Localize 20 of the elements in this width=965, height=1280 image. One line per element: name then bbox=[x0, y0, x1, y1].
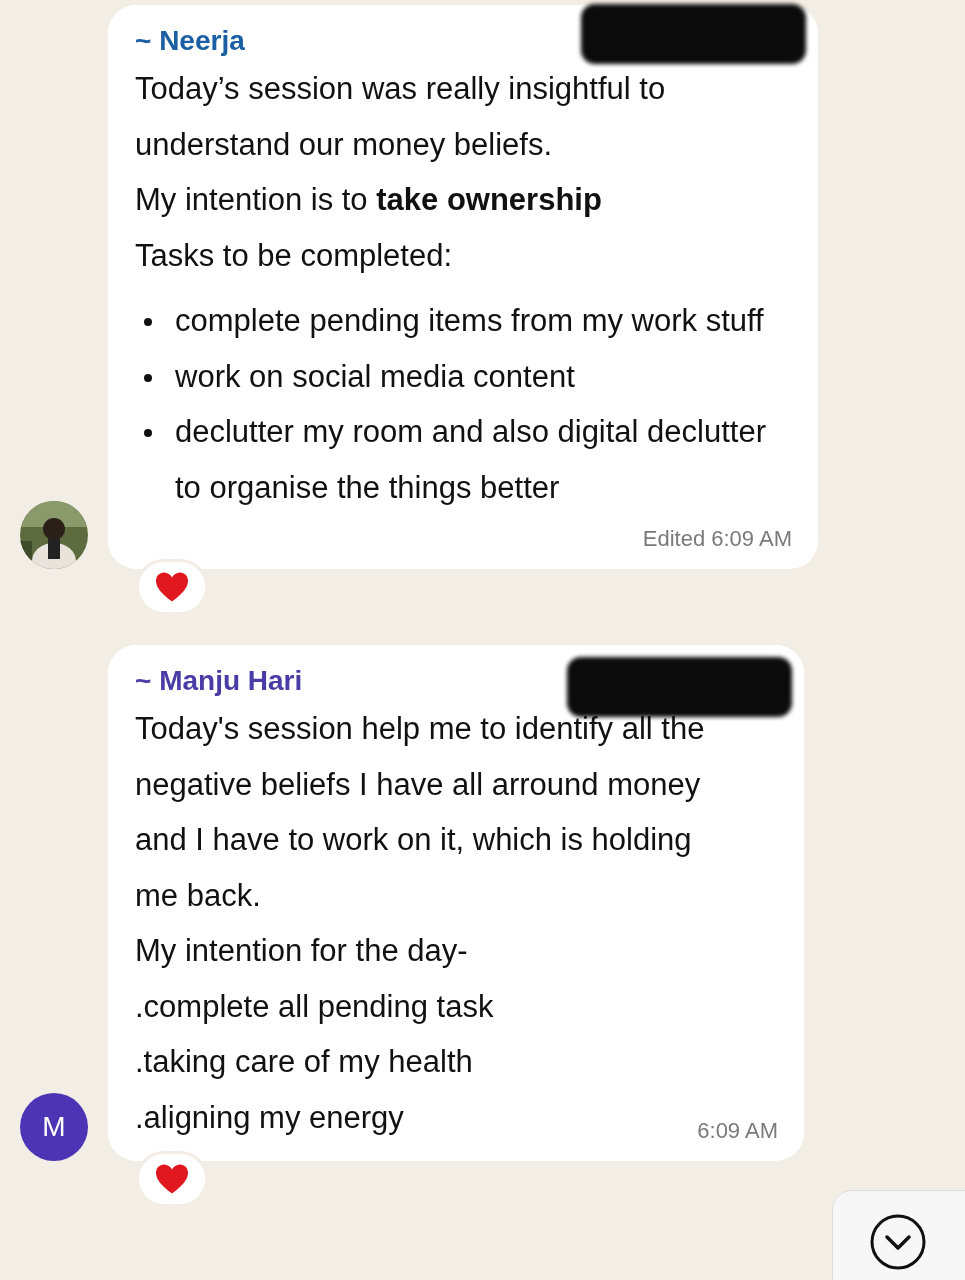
chevron-down-icon bbox=[869, 1213, 927, 1271]
list-item-text: work on social media content bbox=[175, 357, 575, 396]
list-item-text: declutter my room and also digital declutter to organise the things better bbox=[175, 413, 767, 507]
message-text: Today’s session was really insightful to understand our money beliefs. bbox=[135, 70, 667, 164]
message-text: .complete all pending task bbox=[135, 987, 494, 1026]
message-text: My intention for the day- bbox=[135, 932, 468, 970]
message-text: Tasks to be completed: bbox=[135, 236, 453, 275]
message-time: 6:09 AM bbox=[697, 1117, 778, 1145]
list-item-text: complete pending items from my work stuff bbox=[175, 302, 764, 340]
heart-icon bbox=[154, 571, 190, 603]
sender-name[interactable]: ~ Manju Hari bbox=[135, 660, 303, 702]
sender-name[interactable]: ~ Neerja bbox=[135, 20, 245, 62]
message-time: Edited 6:09 AM bbox=[642, 525, 792, 553]
heart-icon bbox=[154, 1163, 190, 1195]
message-text: My intention is to take ownership bbox=[135, 181, 602, 219]
avatar[interactable]: M bbox=[20, 1093, 88, 1161]
scroll-down-button[interactable] bbox=[832, 1190, 965, 1280]
message-text: .aligning my energy bbox=[135, 1098, 404, 1137]
message-text: .taking care of my health bbox=[135, 1043, 473, 1081]
message-text: Today's session help me to identify all the negative beliefs I have all arround money and I have to work on it, which is holding me back. bbox=[135, 710, 706, 915]
